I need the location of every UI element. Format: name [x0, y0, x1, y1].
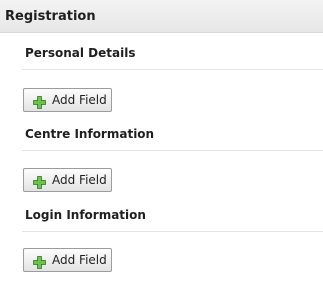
page-title: Registration — [5, 9, 96, 24]
plus-icon — [33, 174, 46, 189]
add-field-label: Add Field — [52, 93, 107, 107]
add-field-button-personal-details[interactable]: Add Field — [23, 88, 112, 112]
add-field-label: Add Field — [52, 173, 107, 187]
section-title-centre-information: Centre Information — [25, 127, 155, 141]
section-title-login-information: Login Information — [25, 208, 146, 222]
plus-icon — [33, 254, 46, 269]
add-field-button-login-information[interactable]: Add Field — [23, 248, 112, 272]
registration-header: Registration — [0, 0, 323, 33]
section-divider — [22, 150, 323, 151]
section-divider — [22, 69, 323, 70]
plus-icon — [33, 94, 46, 109]
section-title-personal-details: Personal Details — [25, 46, 136, 60]
add-field-label: Add Field — [52, 253, 107, 267]
section-divider — [22, 231, 323, 232]
add-field-button-centre-information[interactable]: Add Field — [23, 168, 112, 192]
